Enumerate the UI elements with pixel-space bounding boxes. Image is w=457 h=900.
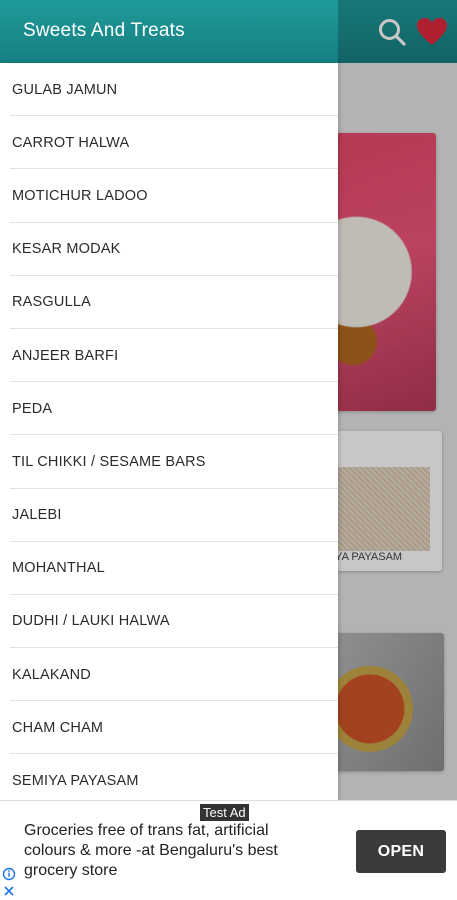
drawer-item[interactable]: ANJEER BARFI	[0, 329, 338, 383]
drawer-item[interactable]: KALAKAND	[0, 648, 338, 702]
recipe-list: GULAB JAMUN CARROT HALWA MOTICHUR LADOO …	[0, 63, 338, 800]
drawer-item[interactable]: PEDA	[0, 382, 338, 436]
ad-text[interactable]: Groceries free of trans fat, artificial …	[24, 821, 324, 881]
test-ad-tag: Test Ad	[200, 804, 249, 821]
drawer-scrim[interactable]	[338, 0, 457, 800]
navigation-drawer: GULAB JAMUN CARROT HALWA MOTICHUR LADOO …	[0, 63, 338, 800]
drawer-item[interactable]: GULAB JAMUN	[0, 63, 338, 117]
drawer-item[interactable]: RASGULLA	[0, 276, 338, 330]
drawer-item[interactable]: CHAM CHAM	[0, 701, 338, 755]
app-title: Sweets And Treats	[23, 20, 185, 41]
open-button[interactable]: OPEN	[356, 830, 446, 873]
drawer-item[interactable]: JALEBI	[0, 489, 338, 542]
drawer-item[interactable]: TIL CHIKKI / SESAME BARS	[0, 435, 338, 489]
drawer-item[interactable]: MOTICHUR LADOO	[0, 169, 338, 223]
drawer-item[interactable]: MOHANTHAL	[0, 542, 338, 596]
drawer-item[interactable]: KESAR MODAK	[0, 223, 338, 276]
ad-banner[interactable]: Test Ad Groceries free of trans fat, art…	[0, 800, 457, 900]
drawer-item[interactable]: SEMIYA PAYASAM	[0, 754, 338, 800]
drawer-item[interactable]: CARROT HALWA	[0, 116, 338, 170]
drawer-item[interactable]: DUDHI / LAUKI HALWA	[0, 595, 338, 649]
info-icon[interactable]	[2, 867, 16, 897]
